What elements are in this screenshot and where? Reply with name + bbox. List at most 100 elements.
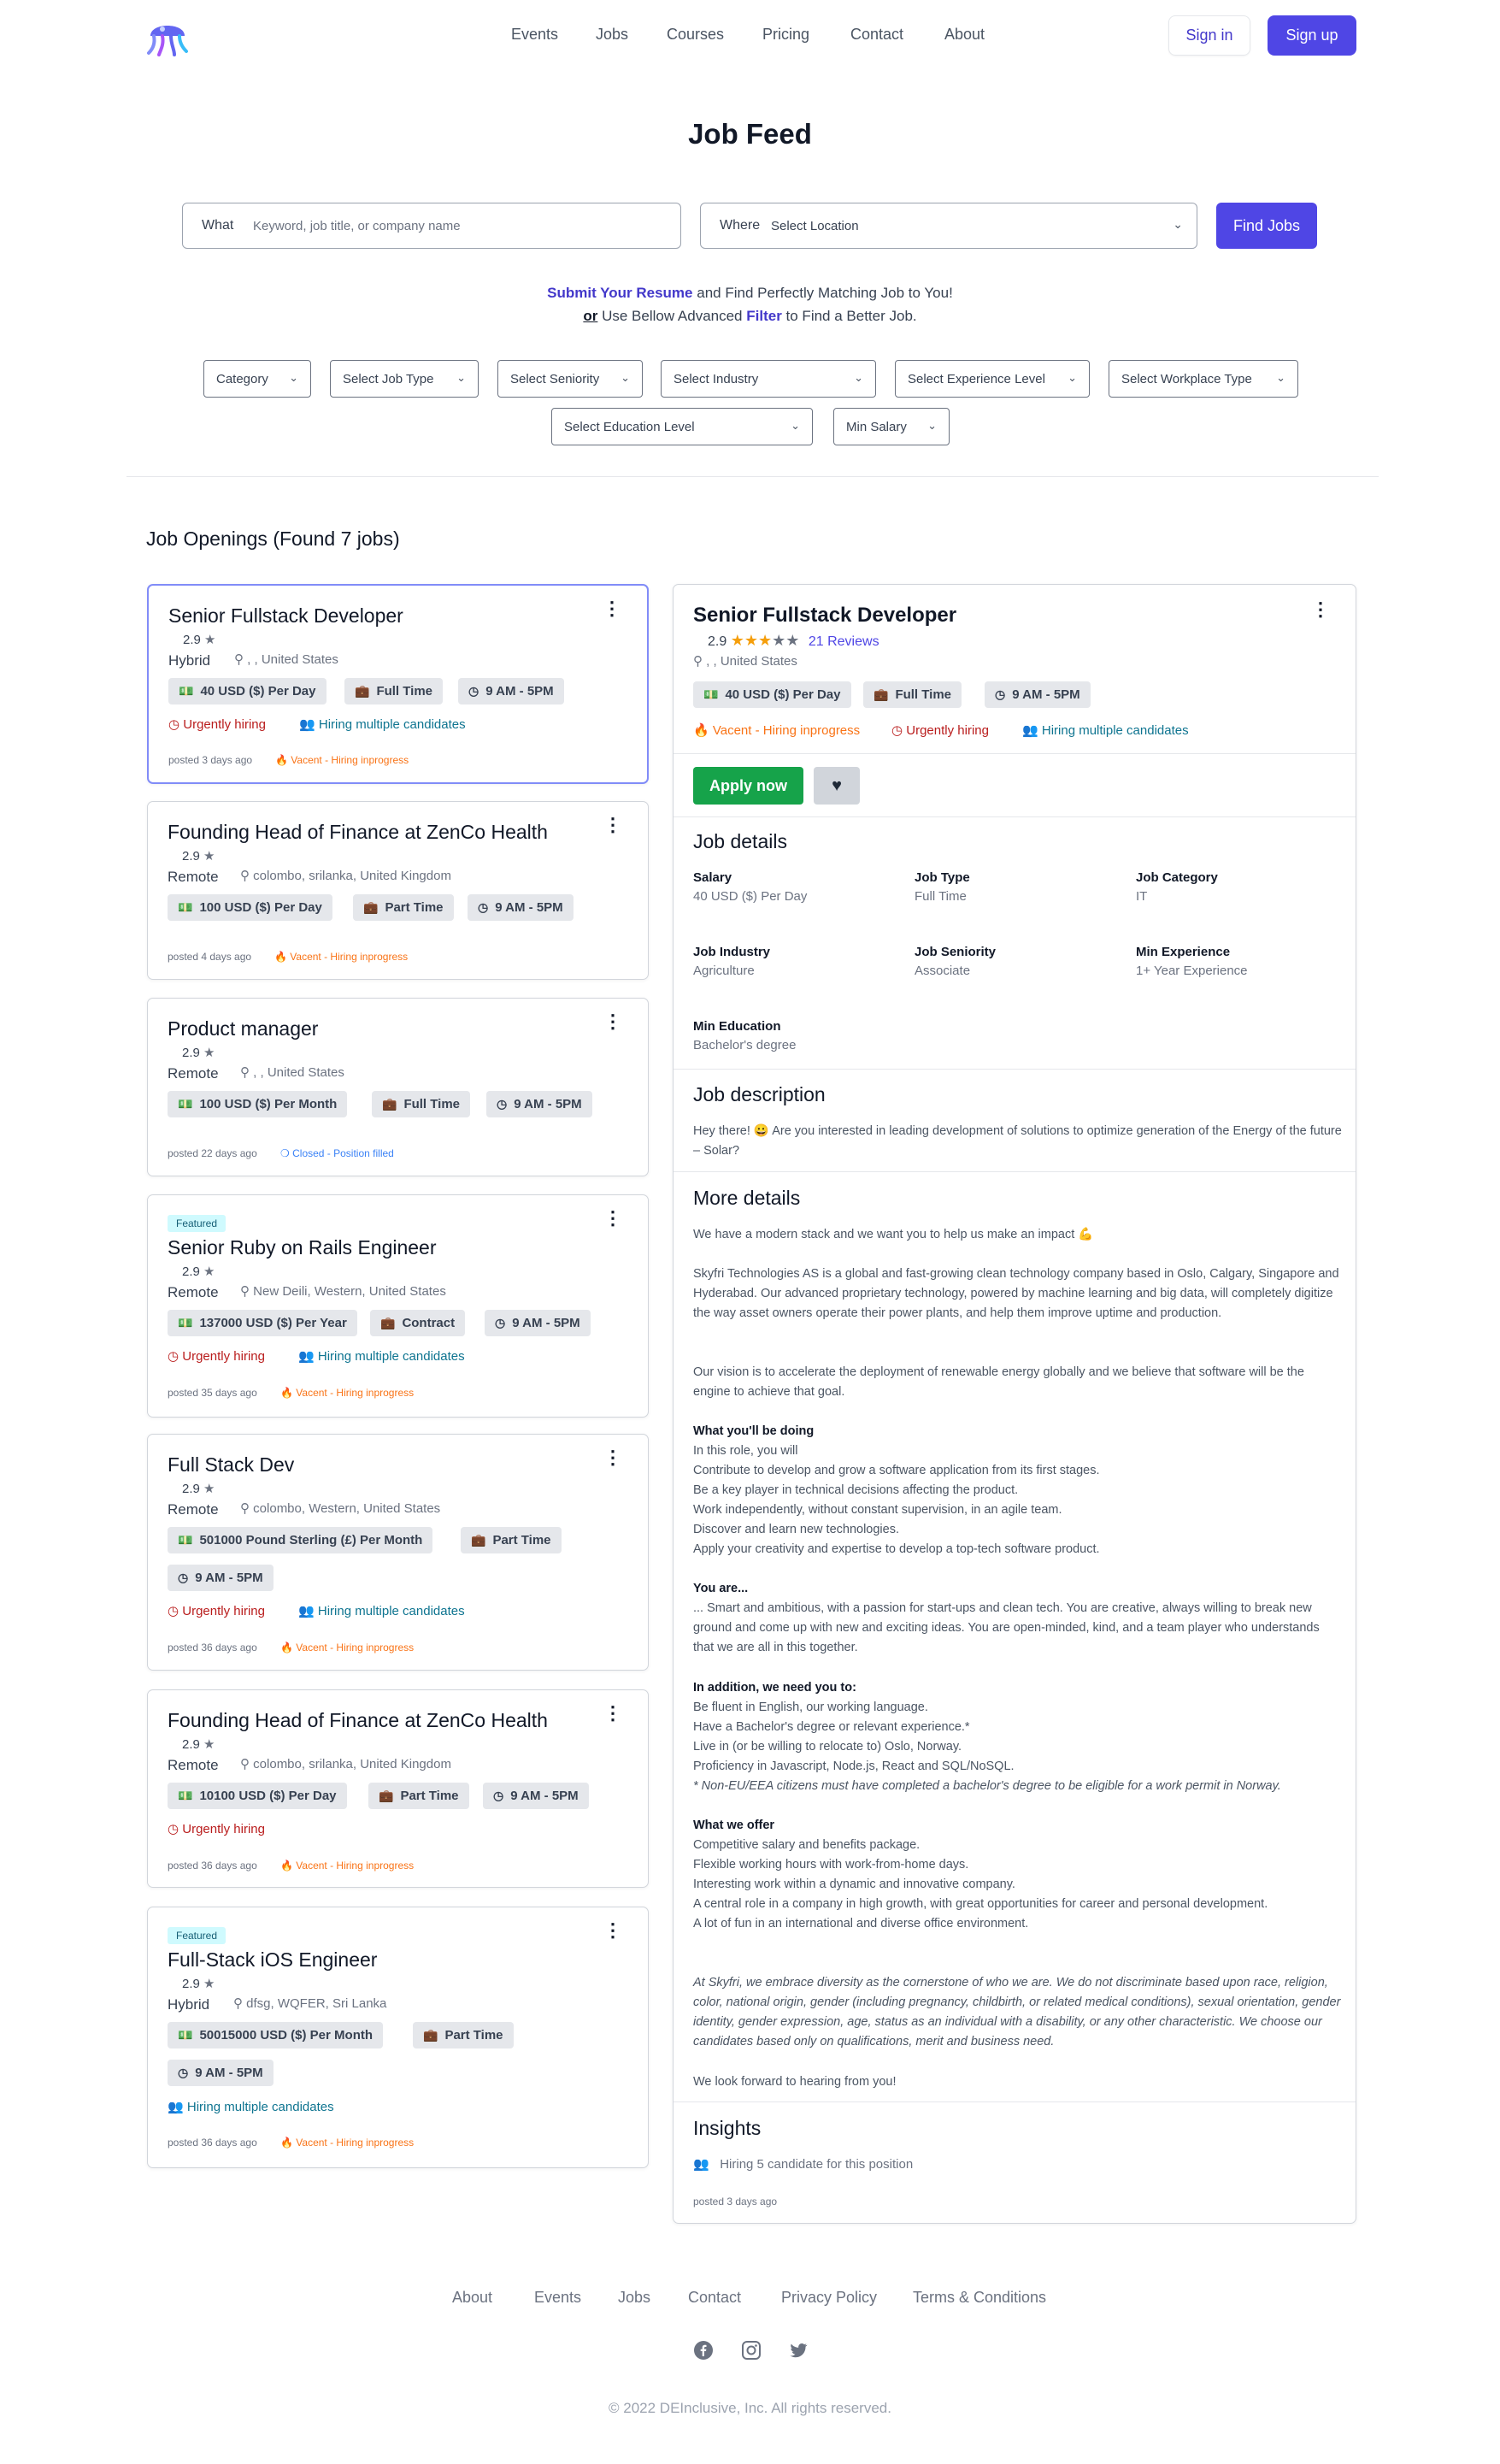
job-title[interactable]: Senior Fullstack Developer: [168, 604, 403, 628]
job-card[interactable]: Full Stack Dev ⋮ 2.9 ★ Remote ⚲ colombo,…: [147, 1434, 649, 1671]
more-options-icon[interactable]: ⋮: [603, 1704, 622, 1723]
location-text: , , United States: [253, 1065, 344, 1080]
map-pin-icon: ⚲: [240, 1065, 250, 1080]
rating-value: 2.9: [183, 633, 201, 647]
description-text: Hey there!: [693, 1124, 754, 1138]
users-icon: 👥: [168, 2100, 184, 2114]
job-title[interactable]: Founding Head of Finance at ZenCo Health: [168, 1709, 548, 1732]
job-type-text: Part Time: [400, 1789, 459, 1803]
location-select[interactable]: Where Select Location ⌄: [700, 203, 1197, 249]
job-title[interactable]: Founding Head of Finance at ZenCo Health: [168, 821, 548, 844]
nav-jobs[interactable]: Jobs: [596, 26, 628, 44]
nav-pricing[interactable]: Pricing: [762, 26, 809, 44]
star-icon: ★: [203, 849, 215, 864]
job-description-heading: Job description: [693, 1083, 826, 1105]
field-value: IT: [1136, 889, 1148, 904]
footer-jobs-link[interactable]: Jobs: [618, 2289, 650, 2307]
list-item: Have a Bachelor's degree or relevant exp…: [693, 1720, 970, 1734]
briefcase-icon: 💼: [379, 1789, 394, 1802]
posted-date: posted 36 days ago: [168, 2137, 257, 2149]
job-card[interactable]: Founding Head of Finance at ZenCo Health…: [147, 801, 649, 980]
job-card[interactable]: Senior Fullstack Developer ⋮ 2.9 ★ Hybri…: [147, 584, 649, 784]
filter-label: Select Industry: [674, 371, 759, 386]
offer-list: Competitive salary and benefits package.…: [693, 1836, 1343, 1934]
map-pin-icon: ⚲: [233, 1996, 243, 2011]
more-options-icon[interactable]: ⋮: [603, 1448, 622, 1467]
seniority-filter[interactable]: Select Seniority ⌄: [497, 360, 643, 398]
sign-in-button[interactable]: Sign in: [1168, 15, 1250, 56]
more-options-icon[interactable]: ⋮: [603, 1012, 622, 1031]
job-type-text: Full Time: [403, 1097, 461, 1111]
job-card[interactable]: Featured Senior Ruby on Rails Engineer ⋮…: [147, 1194, 649, 1418]
hours-chip: ◷ 9 AM - 5PM: [168, 1565, 274, 1591]
footer-about-link[interactable]: About: [452, 2289, 492, 2307]
status-label: ❍ Closed - Position filled: [280, 1147, 394, 1159]
job-card[interactable]: Featured Full-Stack iOS Engineer ⋮ 2.9 ★…: [147, 1907, 649, 2168]
find-jobs-button[interactable]: Find Jobs: [1216, 203, 1317, 249]
list-item-note: * Non-EU/EEA citizens must have complete…: [693, 1779, 1281, 1793]
workplace-type-filter[interactable]: Select Workplace Type ⌄: [1109, 360, 1298, 398]
clock-alert-icon: ◷: [168, 1349, 179, 1364]
facebook-icon[interactable]: [693, 2340, 714, 2367]
job-card[interactable]: Founding Head of Finance at ZenCo Health…: [147, 1689, 649, 1888]
users-icon: 👥: [298, 1604, 315, 1618]
star-icon: ★: [203, 1046, 215, 1060]
hours-chip: ◷ 9 AM - 5PM: [985, 681, 1091, 708]
more-options-icon[interactable]: ⋮: [603, 816, 622, 834]
education-filter[interactable]: Select Education Level ⌄: [551, 408, 813, 445]
detail-job-title: Senior Fullstack Developer: [693, 604, 957, 627]
nav-about[interactable]: About: [944, 26, 985, 44]
instagram-icon[interactable]: [741, 2340, 762, 2367]
list-item: Apply your creativity and expertise to d…: [693, 1542, 1100, 1556]
star-empty-icon: ★: [772, 632, 786, 649]
diversity-text: At Skyfri, we embrace diversity as the c…: [693, 1976, 1341, 2048]
hours-text: 9 AM - 5PM: [510, 1789, 579, 1803]
what-input[interactable]: Keyword, job title, or company name: [253, 219, 461, 233]
job-title[interactable]: Senior Ruby on Rails Engineer: [168, 1236, 437, 1259]
status-text: Vacent - Hiring inprogress: [296, 1860, 415, 1872]
location-text: New Deili, Western, United States: [253, 1284, 446, 1299]
salary-text: 100 USD ($) Per Month: [199, 1097, 338, 1111]
smile-emoji-icon: 😀: [753, 1124, 769, 1138]
experience-filter[interactable]: Select Experience Level ⌄: [895, 360, 1090, 398]
job-card[interactable]: Product manager ⋮ 2.9 ★ Remote ⚲ , , Uni…: [147, 998, 649, 1176]
more-options-icon[interactable]: ⋮: [603, 599, 621, 618]
more-options-icon[interactable]: ⋮: [603, 1921, 622, 1940]
category-filter[interactable]: Category ⌄: [203, 360, 311, 398]
workplace-type: Remote: [168, 1757, 219, 1773]
footer-privacy-link[interactable]: Privacy Policy: [781, 2289, 877, 2307]
chevron-down-icon: ⌄: [1068, 371, 1077, 384]
chevron-down-icon: ⌄: [289, 371, 298, 384]
salary-text: 10100 USD ($) Per Day: [199, 1789, 337, 1803]
min-salary-filter[interactable]: Min Salary ⌄: [833, 408, 950, 445]
filter-link[interactable]: Filter: [746, 308, 782, 324]
twitter-icon[interactable]: [788, 2340, 809, 2367]
industry-filter[interactable]: Select Industry ⌄: [661, 360, 876, 398]
footer-terms-link[interactable]: Terms & Conditions: [913, 2289, 1046, 2307]
more-options-icon[interactable]: ⋮: [603, 1209, 622, 1228]
reviews-link[interactable]: 21 Reviews: [809, 634, 879, 649]
tagline-line-1: Submit Your Resume and Find Perfectly Ma…: [0, 285, 1500, 302]
nav-contact[interactable]: Contact: [850, 26, 903, 44]
hours-text: 9 AM - 5PM: [195, 2066, 263, 2080]
hours-chip: ◷ 9 AM - 5PM: [485, 1310, 591, 1336]
what-search-field[interactable]: What Keyword, job title, or company name: [182, 203, 681, 249]
hours-text: 9 AM - 5PM: [195, 1571, 263, 1585]
footer-events-link[interactable]: Events: [534, 2289, 581, 2307]
rating-value: 2.9: [182, 849, 200, 864]
heart-icon[interactable]: ♥: [814, 767, 860, 805]
nav-events[interactable]: Events: [511, 26, 558, 44]
job-title[interactable]: Product manager: [168, 1017, 318, 1040]
chevron-down-icon: ⌄: [791, 419, 800, 432]
sign-up-button[interactable]: Sign up: [1268, 15, 1356, 56]
nav-courses[interactable]: Courses: [667, 26, 724, 44]
more-options-icon[interactable]: ⋮: [1311, 598, 1330, 621]
apply-now-button[interactable]: Apply now: [693, 767, 803, 805]
rating-value: 2.9: [182, 1737, 200, 1752]
footer-contact-link[interactable]: Contact: [688, 2289, 741, 2307]
job-title[interactable]: Full-Stack iOS Engineer: [168, 1948, 377, 1972]
submit-resume-link[interactable]: Submit Your Resume: [547, 285, 692, 301]
job-type-filter[interactable]: Select Job Type ⌄: [330, 360, 479, 398]
job-title[interactable]: Full Stack Dev: [168, 1453, 294, 1477]
clock-icon: ◷: [995, 687, 1006, 701]
